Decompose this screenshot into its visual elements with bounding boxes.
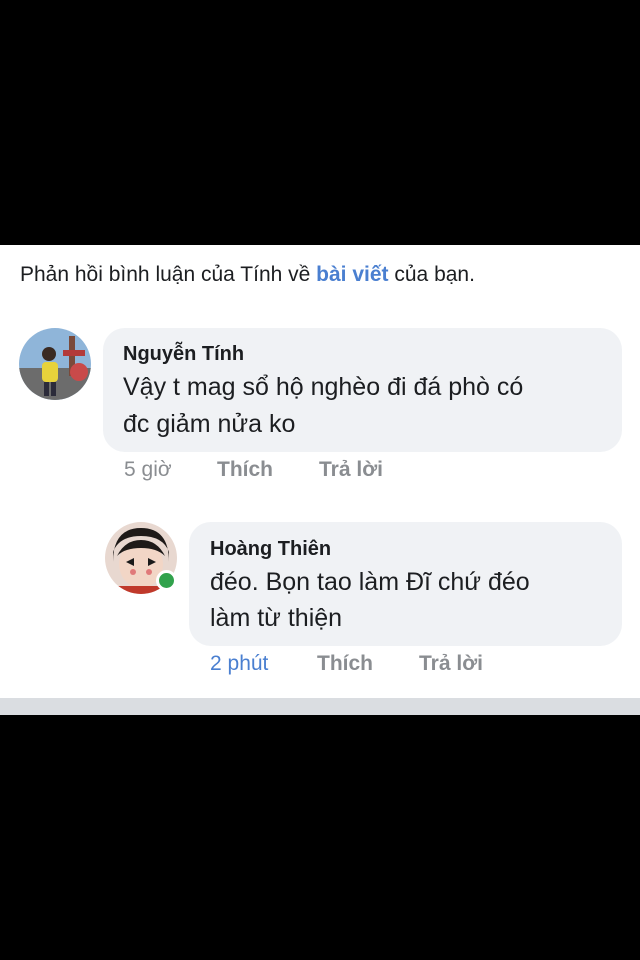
reply-bubble[interactable]: Hoàng Thiên đéo. Bọn tao làm Đĩ chứ đéo … — [189, 522, 622, 646]
comment-time: 5 giờ — [124, 458, 172, 481]
header-prefix: Phản hồi bình luận của Tính về — [20, 263, 317, 286]
reply-button[interactable]: Trả lời — [319, 458, 383, 482]
like-button[interactable]: Thích — [217, 458, 273, 482]
reply-author[interactable]: Hoàng Thiên — [210, 538, 331, 561]
reply-text-line: đéo. Bọn tao làm Đĩ chứ đéo — [210, 568, 530, 596]
reply-like-button[interactable]: Thích — [317, 652, 373, 676]
header-suffix: của bạn. — [388, 263, 475, 286]
online-status-icon — [156, 570, 177, 591]
reply-time: 2 phút — [210, 652, 269, 675]
comment-bubble[interactable]: Nguyễn Tính Vậy t mag sổ hộ nghèo đi đá … — [103, 328, 622, 452]
notification-header: Phản hồi bình luận của Tính về bài viết … — [20, 263, 630, 287]
comment-text-line: Vậy t mag sổ hộ nghèo đi đá phò có — [123, 373, 524, 401]
avatar-nguyen-tinh[interactable] — [19, 328, 91, 400]
post-link[interactable]: bài viết — [316, 263, 388, 286]
reply-reply-button[interactable]: Trả lời — [419, 652, 483, 676]
comment-author[interactable]: Nguyễn Tính — [123, 343, 244, 366]
reply-text-line: làm từ thiện — [210, 604, 343, 632]
notification-panel: Phản hồi bình luận của Tính về bài viết … — [0, 245, 640, 698]
divider-strip — [0, 698, 640, 715]
comment-text-line: đc giảm nửa ko — [123, 410, 296, 438]
